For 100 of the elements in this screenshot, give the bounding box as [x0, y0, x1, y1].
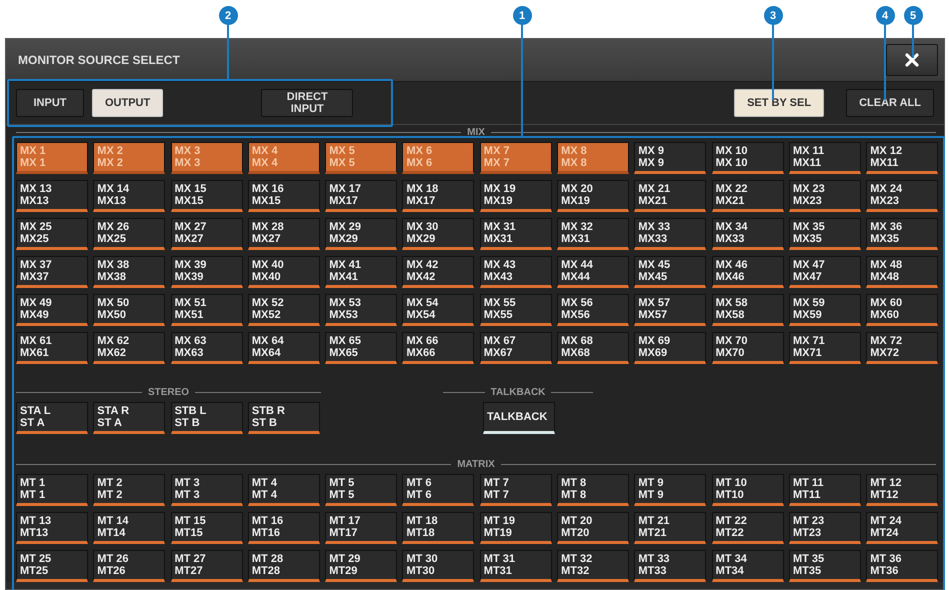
- channel-button[interactable]: MX 33 MX33: [634, 218, 706, 250]
- channel-button[interactable]: MX 15 MX15: [170, 180, 243, 212]
- channel-button[interactable]: MT 31 MT31: [480, 550, 552, 582]
- channel-button[interactable]: MT 12 MT12: [866, 474, 938, 506]
- channel-button[interactable]: STA R ST A: [93, 402, 166, 434]
- channel-button[interactable]: MX 18 MX17: [402, 180, 474, 212]
- channel-button[interactable]: MX 43 MX43: [480, 256, 552, 288]
- channel-button[interactable]: MX 45 MX45: [634, 256, 706, 288]
- channel-button[interactable]: MX 54 MX54: [402, 294, 474, 326]
- channel-button[interactable]: MX 68 MX68: [557, 332, 630, 364]
- channel-button[interactable]: MX 38 MX38: [93, 256, 166, 288]
- source-tab[interactable]: INPUT: [16, 89, 84, 117]
- close-button[interactable]: [886, 44, 938, 76]
- channel-button[interactable]: MX 65 MX65: [325, 332, 398, 364]
- channel-button[interactable]: MX 59 MX59: [788, 294, 861, 326]
- channel-button[interactable]: MT 10 MT10: [712, 474, 784, 506]
- channel-button[interactable]: MX 16 MX15: [248, 180, 320, 212]
- channel-button[interactable]: MT 26 MT26: [93, 550, 166, 582]
- channel-button[interactable]: MX 53 MX53: [325, 294, 398, 326]
- toolbar-button[interactable]: CLEAR ALL: [846, 89, 934, 117]
- source-tab[interactable]: DIRECT INPUT: [261, 89, 354, 117]
- channel-button[interactable]: MX 20 MX19: [557, 180, 630, 212]
- channel-button[interactable]: MX 52 MX52: [248, 294, 320, 326]
- channel-button[interactable]: MX 39 MX39: [170, 256, 243, 288]
- channel-button[interactable]: MX 31 MX31: [480, 218, 552, 250]
- channel-button[interactable]: MT 24 MT24: [866, 512, 938, 544]
- channel-button[interactable]: MT 30 MT30: [402, 550, 474, 582]
- channel-button[interactable]: MT 36 MT36: [866, 550, 938, 582]
- channel-button[interactable]: MX 56 MX56: [557, 294, 630, 326]
- channel-button[interactable]: MX 41 MX41: [325, 256, 398, 288]
- channel-button[interactable]: MX 30 MX29: [402, 218, 474, 250]
- channel-button[interactable]: MX 24 MX23: [866, 180, 938, 212]
- channel-button[interactable]: MT 34 MT34: [712, 550, 784, 582]
- channel-button[interactable]: MX 28 MX27: [248, 218, 320, 250]
- channel-button[interactable]: MX 22 MX21: [712, 180, 784, 212]
- source-tab[interactable]: OUTPUT: [92, 89, 164, 117]
- channel-button[interactable]: MX 49 MX49: [16, 294, 88, 326]
- channel-button[interactable]: MT 29 MT29: [325, 550, 398, 582]
- channel-button[interactable]: MT 2 MT 2: [93, 474, 166, 506]
- channel-button[interactable]: MX 11 MX11: [788, 142, 861, 174]
- channel-button[interactable]: MX 48 MX48: [866, 256, 938, 288]
- channel-button[interactable]: MT 19 MT19: [480, 512, 552, 544]
- channel-button[interactable]: MT 9 MT 9: [634, 474, 706, 506]
- channel-button[interactable]: MX 35 MX35: [788, 218, 861, 250]
- channel-button[interactable]: MT 16 MT16: [248, 512, 320, 544]
- channel-button[interactable]: MX 70 MX70: [712, 332, 784, 364]
- channel-button[interactable]: MX 55 MX55: [480, 294, 552, 326]
- channel-button[interactable]: MT 17 MT17: [325, 512, 398, 544]
- channel-button[interactable]: MX 21 MX21: [634, 180, 706, 212]
- channel-button[interactable]: MX 72 MX72: [866, 332, 938, 364]
- channel-button[interactable]: MX 60 MX60: [866, 294, 938, 326]
- channel-button[interactable]: MX 10 MX 10: [712, 142, 784, 174]
- channel-button[interactable]: MT 33 MT33: [634, 550, 706, 582]
- channel-button[interactable]: MT 35 MT35: [788, 550, 861, 582]
- channel-button[interactable]: MT 14 MT14: [93, 512, 166, 544]
- channel-button[interactable]: MX 32 MX31: [557, 218, 630, 250]
- channel-button[interactable]: MX 46 MX46: [712, 256, 784, 288]
- channel-button[interactable]: MX 66 MX66: [402, 332, 474, 364]
- channel-button[interactable]: MX 26 MX25: [93, 218, 166, 250]
- channel-button[interactable]: MT 28 MT28: [248, 550, 320, 582]
- channel-button[interactable]: MX 50 MX50: [93, 294, 166, 326]
- channel-button[interactable]: MT 25 MT25: [16, 550, 88, 582]
- channel-button[interactable]: MX 61 MX61: [16, 332, 88, 364]
- channel-button[interactable]: MX 37 MX37: [16, 256, 88, 288]
- channel-button[interactable]: TALKBACK: [483, 402, 555, 434]
- channel-button[interactable]: MT 32 MT32: [557, 550, 630, 582]
- channel-button[interactable]: MX 67 MX67: [480, 332, 552, 364]
- channel-button[interactable]: MX 29 MX29: [325, 218, 398, 250]
- channel-button[interactable]: MT 23 MT23: [788, 512, 861, 544]
- channel-button[interactable]: MT 7 MT 7: [480, 474, 552, 506]
- channel-button[interactable]: MX 57 MX57: [634, 294, 706, 326]
- channel-button[interactable]: MT 13 MT13: [16, 512, 88, 544]
- channel-button[interactable]: MT 3 MT 3: [170, 474, 243, 506]
- channel-button[interactable]: MX 40 MX40: [248, 256, 320, 288]
- channel-button[interactable]: MT 6 MT 6: [402, 474, 474, 506]
- channel-button[interactable]: MX 19 MX19: [480, 180, 552, 212]
- channel-button[interactable]: MT 21 MT21: [634, 512, 706, 544]
- channel-button[interactable]: MX 42 MX42: [402, 256, 474, 288]
- channel-button[interactable]: MX 62 MX62: [93, 332, 166, 364]
- channel-button[interactable]: MX 44 MX44: [557, 256, 630, 288]
- channel-button[interactable]: MT 18 MT18: [402, 512, 474, 544]
- channel-button[interactable]: MX 69 MX69: [634, 332, 706, 364]
- channel-button[interactable]: MX 36 MX35: [866, 218, 938, 250]
- channel-button[interactable]: MX 12 MX11: [866, 142, 938, 174]
- channel-button[interactable]: MX 64 MX64: [248, 332, 320, 364]
- channel-button[interactable]: MX 58 MX58: [712, 294, 784, 326]
- channel-button[interactable]: MT 8 MT 8: [557, 474, 630, 506]
- channel-button[interactable]: STB R ST B: [248, 402, 320, 434]
- channel-button[interactable]: MX 14 MX13: [93, 180, 166, 212]
- channel-button[interactable]: STA L ST A: [16, 402, 88, 434]
- channel-button[interactable]: MX 71 MX71: [788, 332, 861, 364]
- channel-button[interactable]: MT 11 MT11: [788, 474, 861, 506]
- channel-button[interactable]: MT 22 MT22: [712, 512, 784, 544]
- channel-button[interactable]: MX 9 MX 9: [634, 142, 706, 174]
- channel-button[interactable]: MX 63 MX63: [170, 332, 243, 364]
- channel-button[interactable]: MT 4 MT 4: [248, 474, 320, 506]
- channel-button[interactable]: MT 15 MT15: [170, 512, 243, 544]
- channel-button[interactable]: MX 23 MX23: [788, 180, 861, 212]
- channel-button[interactable]: MT 27 MT27: [170, 550, 243, 582]
- channel-button[interactable]: MX 25 MX25: [16, 218, 88, 250]
